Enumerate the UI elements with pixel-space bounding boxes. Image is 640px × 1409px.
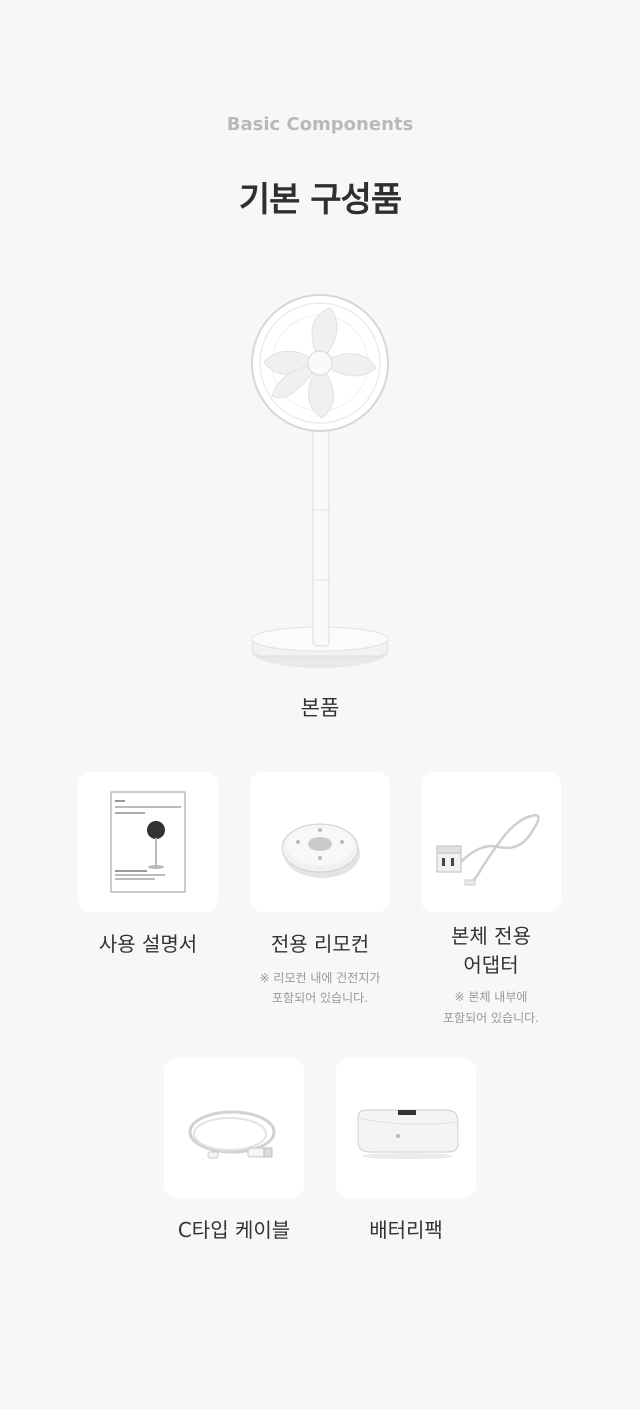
battery-card [336,1058,476,1198]
adapter-label-line-2: 어댑터 [463,953,519,977]
eyebrow-label: Basic Components [226,114,414,135]
manual-label: 사용 설명서 [98,932,198,956]
remote-control-image [281,823,360,878]
remote-note-line-1: ※ 리모컨 내에 건전지가 [259,971,381,985]
page-title: 기본 구성품 [238,180,402,220]
adapter-card [421,772,561,912]
main-product-label: 본품 [300,696,340,720]
adapter-label-line-1: 본체 전용 [451,924,531,948]
manual-card [78,772,218,912]
adapter-image [436,814,540,886]
remote-card [250,772,390,912]
cable-label: C타입 케이블 [177,1218,291,1242]
battery-pack-image [357,1109,459,1159]
usb-c-cable-image [188,1110,276,1159]
remote-note-line-2: 포함되어 있습니다. [272,991,368,1005]
manual-image [110,791,186,893]
cable-card [164,1058,304,1198]
adapter-note-line-2: 포함되어 있습니다. [443,1011,539,1025]
standing-fan-image [0,290,640,680]
adapter-note-line-1: ※ 본체 내부에 [454,990,528,1004]
battery-label: 배터리팩 [369,1218,443,1242]
remote-label: 전용 리모컨 [270,932,370,956]
